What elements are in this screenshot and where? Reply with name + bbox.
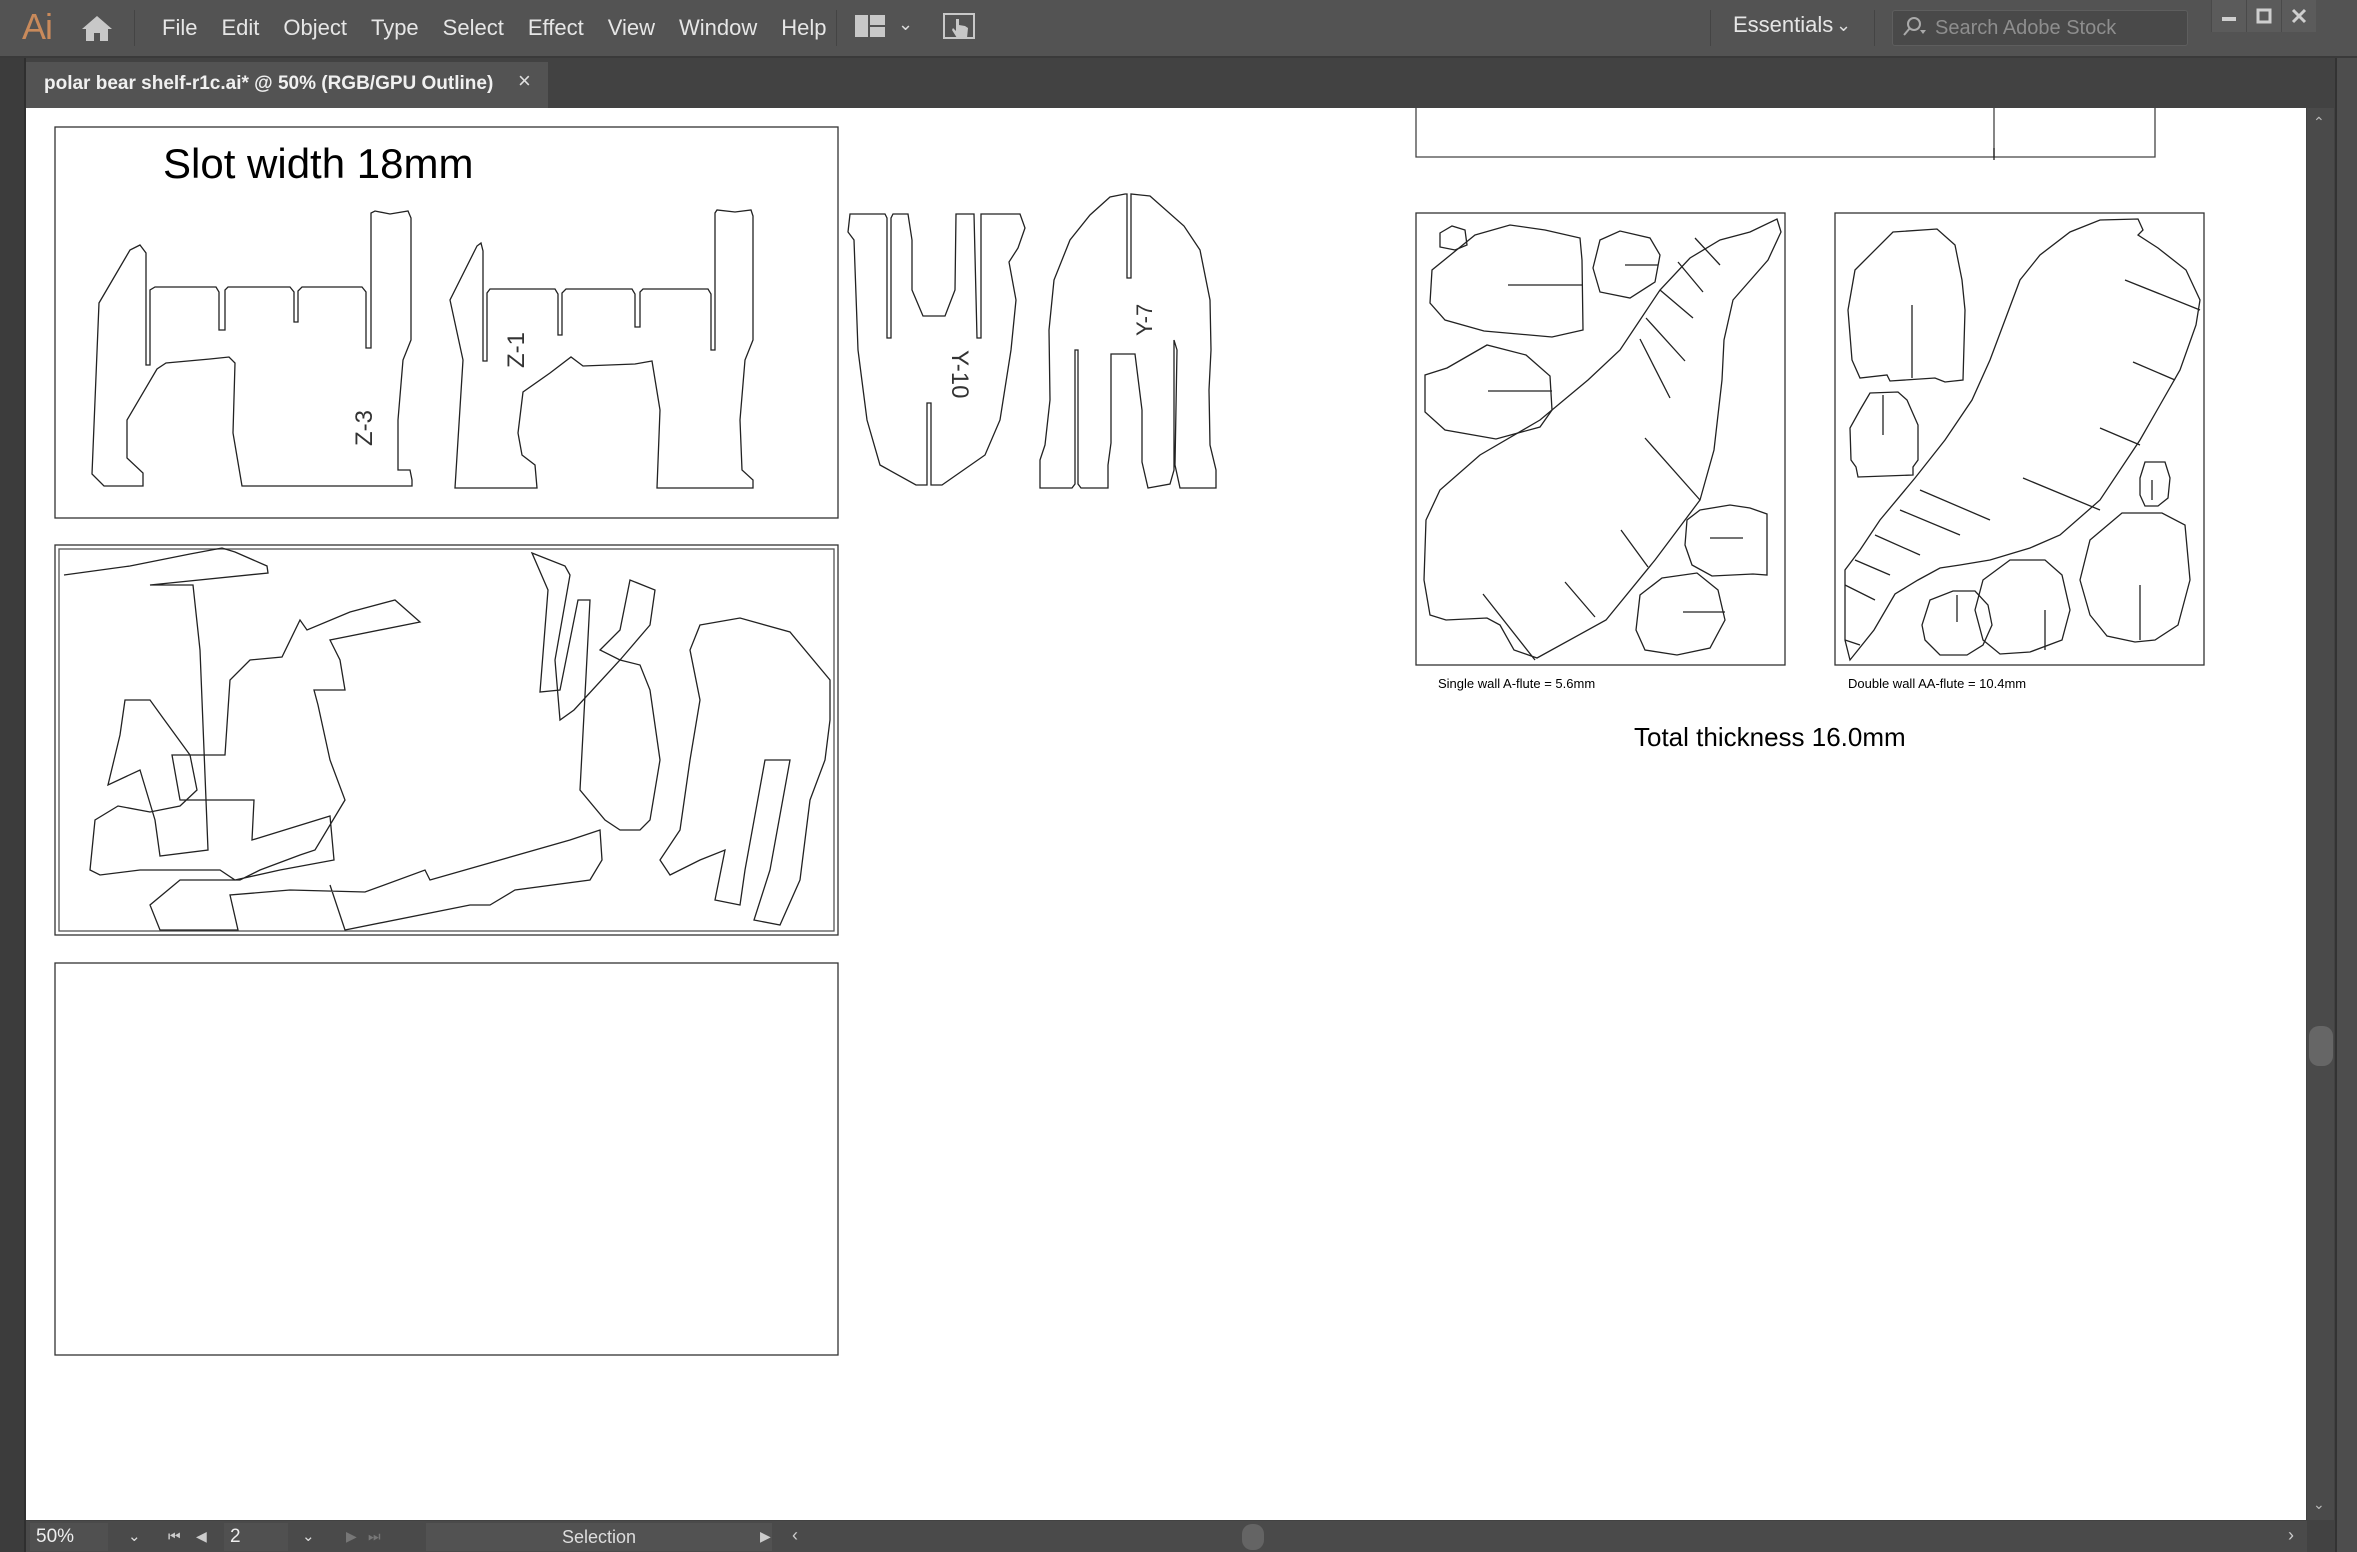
minimize-button[interactable] [2211,0,2246,32]
piece-k [1974,559,2071,655]
artboard-chevron-down-icon[interactable]: ⌄ [302,1527,315,1545]
last-artboard-icon[interactable]: ⏭ [368,1528,381,1545]
nested-part-2 [530,551,661,831]
artboard-2 [54,544,839,936]
previous-artboard-icon[interactable]: ◀ [196,1528,207,1545]
left-panel-edge [0,58,26,1552]
canvas-artwork: Slot width 18mm Z-3 Z-1 Y-10 Y-7 Single … [54,108,2205,1356]
artboard-3 [54,962,839,1356]
single-wall-caption: Single wall A-flute = 5.6mm [1438,676,1595,691]
search-icon [1903,17,1926,36]
part-label-z3: Z-3 [351,410,378,446]
menu-type[interactable]: Type [359,15,431,41]
status-bar: 50% ⌄ ⏮ ◀ 2 ⌄ ▶ ⏭ Selection ▶ ‹ › [26,1521,2307,1552]
menu-edit[interactable]: Edit [209,15,271,41]
piece-h [1849,391,1919,478]
part-label-z1: Z-1 [503,332,530,368]
menu-help[interactable]: Help [769,15,838,41]
close-icon [2291,8,2307,24]
close-window-button[interactable] [2281,0,2316,32]
right-panel-edge [2335,58,2357,1552]
artboard-canvas[interactable]: Slot width 18mm Z-3 Z-1 Y-10 Y-7 Single … [26,108,2306,1520]
next-artboard-icon[interactable]: ▶ [346,1528,357,1545]
bear-body-double [1844,218,2201,662]
vertical-scrollbar[interactable]: ⌃ ⌄ [2307,108,2334,1520]
separator [134,10,135,46]
workspace-chevron-down-icon[interactable]: ⌄ [1836,15,1851,36]
artboard-top-right [1415,108,2156,158]
document-tab-bar: polar bear shelf-r1c.ai* @ 50% (RGB/GPU … [0,56,2357,110]
stock-search[interactable] [1892,10,2188,46]
illustrator-logo: Ai [22,6,53,47]
part-z1-outline [449,209,754,489]
zoom-level-field[interactable]: 50% [30,1523,108,1551]
artboard-2-inner [58,548,835,932]
menu-view[interactable]: View [596,15,667,41]
arrange-documents-icon[interactable] [855,15,885,37]
piece-g [1847,228,1966,383]
part-y10-outline [847,213,1026,486]
touch-workspace-icon[interactable] [943,13,975,41]
restore-icon [2256,8,2272,24]
workspace-switcher[interactable]: Essentials [1733,12,1833,38]
menu-select[interactable]: Select [431,15,516,41]
tab-close-icon[interactable]: × [518,68,531,94]
piece-d [1424,344,1553,440]
horizontal-scroll-thumb[interactable] [1242,1524,1264,1550]
menu-window[interactable]: Window [667,15,769,41]
total-thickness-label: Total thickness 16.0mm [1634,722,1906,752]
menu-bar: Ai File Edit Object Type Select Effect V… [0,0,2357,56]
vertical-scroll-thumb[interactable] [2309,1026,2333,1066]
part-y7-outline [1039,193,1217,489]
main-menu: File Edit Object Type Select Effect View… [150,0,838,56]
part-label-y7: Y-7 [1132,304,1157,336]
document-tab-title: polar bear shelf-r1c.ai* @ 50% (RGB/GPU … [44,73,494,94]
status-menu-arrow-icon[interactable]: ▶ [760,1528,771,1545]
scroll-down-icon[interactable]: ⌄ [2313,1496,2325,1513]
piece-f [1635,572,1726,656]
zoom-chevron-down-icon[interactable]: ⌄ [128,1527,141,1545]
arrange-chevron-down-icon[interactable]: ⌄ [898,14,913,35]
part-label-y10: Y-10 [946,350,973,399]
menu-effect[interactable]: Effect [516,15,596,41]
search-input[interactable] [1933,13,2182,43]
scroll-left-icon[interactable]: ‹ [792,1525,798,1546]
bear-body-single [1423,218,1782,659]
current-tool-status[interactable]: Selection [426,1523,772,1551]
first-artboard-icon[interactable]: ⏮ [168,1528,181,1545]
board-single-wall [1415,212,1786,666]
piece-a [1439,225,1468,251]
nested-part-1 [63,547,603,931]
menu-object[interactable]: Object [271,15,359,41]
piece-j [2079,512,2191,643]
separator [1874,10,1875,46]
separator [836,10,837,46]
menu-file[interactable]: File [150,15,209,41]
double-wall-caption: Double wall AA-flute = 10.4mm [1848,676,2026,691]
piece-e [1684,504,1768,577]
nested-part-3 [659,617,831,926]
piece-i [2139,461,2171,507]
scroll-right-icon[interactable]: › [2288,1525,2294,1546]
artboard-number-field[interactable]: 2 [224,1523,288,1551]
slot-width-heading: Slot width 18mm [163,140,473,187]
restore-button[interactable] [2246,0,2281,32]
document-tab[interactable]: polar bear shelf-r1c.ai* @ 50% (RGB/GPU … [26,62,548,108]
piece-b [1429,224,1584,338]
minimize-icon [2222,17,2236,21]
separator [1710,10,1711,46]
scroll-up-icon[interactable]: ⌃ [2313,114,2325,131]
home-icon[interactable] [80,14,114,42]
